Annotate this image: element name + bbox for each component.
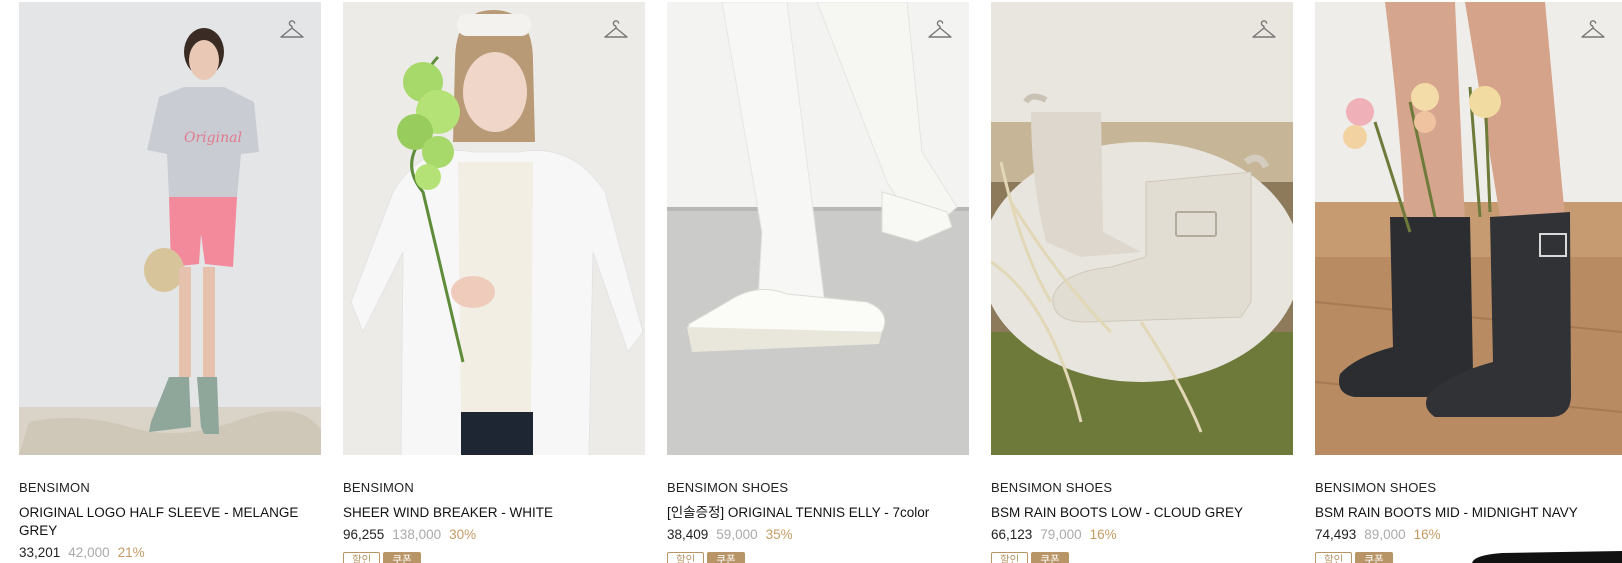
rain-boots-low-photo <box>991 2 1293 455</box>
original-price: 89,000 <box>1364 527 1406 542</box>
sale-price: 66,123 <box>991 527 1033 542</box>
price-row: 38,409 59,000 35% <box>667 526 969 544</box>
badge-row: 할인 쿠폰 <box>991 552 1293 563</box>
discount-rate: 16% <box>1413 527 1441 542</box>
sneaker-photo <box>667 2 969 455</box>
product-image[interactable] <box>1315 2 1622 455</box>
hanger-icon[interactable] <box>603 20 629 42</box>
product-brand: BENSIMON <box>19 480 90 495</box>
coupon-badge: 쿠폰 <box>707 552 745 563</box>
coupon-badge: 쿠폰 <box>1355 552 1393 563</box>
product-name[interactable]: [인솔증정] ORIGINAL TENNIS ELLY - 7color <box>667 504 967 522</box>
discount-rate: 35% <box>765 527 793 542</box>
product-card[interactable]: Original BENSIMON ORIGINAL LOGO HALF SLE… <box>19 2 321 563</box>
hanger-icon[interactable] <box>1251 20 1277 42</box>
coupon-badge: 쿠폰 <box>383 552 421 563</box>
product-image[interactable] <box>991 2 1293 455</box>
model-windbreaker-photo <box>343 2 645 455</box>
product-brand: BENSIMON <box>343 480 414 495</box>
coupon-badge: 쿠폰 <box>1031 552 1069 563</box>
svg-text:Original: Original <box>184 130 242 146</box>
original-price: 79,000 <box>1040 527 1082 542</box>
discount-rate: 16% <box>1089 527 1117 542</box>
badge-row: 할인 쿠폰 <box>667 552 969 563</box>
discount-rate: 30% <box>449 527 477 542</box>
product-brand: BENSIMON SHOES <box>1315 480 1437 495</box>
sale-badge: 할인 <box>343 552 381 563</box>
sale-price: 96,255 <box>343 527 385 542</box>
sale-price: 74,493 <box>1315 527 1357 542</box>
original-price: 138,000 <box>392 527 442 542</box>
price-row: 66,123 79,000 16% <box>991 526 1293 544</box>
product-card[interactable]: BENSIMON SHEER WIND BREAKER - WHITE 96,2… <box>343 2 645 563</box>
sale-badge: 할인 <box>991 552 1029 563</box>
product-brand: BENSIMON SHOES <box>667 480 789 495</box>
product-brand: BENSIMON SHOES <box>991 480 1113 495</box>
hanger-icon[interactable] <box>1580 20 1606 42</box>
original-price: 59,000 <box>716 527 758 542</box>
product-card[interactable]: BENSIMON SHOES BSM RAIN BOOTS LOW - CLOU… <box>991 2 1293 563</box>
original-price: 42,000 <box>68 545 110 560</box>
price-row: 96,255 138,000 30% <box>343 526 645 544</box>
product-name[interactable]: SHEER WIND BREAKER - WHITE <box>343 504 643 522</box>
price-row: 74,493 89,000 16% <box>1315 526 1622 544</box>
product-name[interactable]: ORIGINAL LOGO HALF SLEEVE - MELANGE GREY <box>19 504 319 540</box>
product-image[interactable] <box>343 2 645 455</box>
sale-badge: 할인 <box>667 552 705 563</box>
floating-widget-edge[interactable] <box>1462 547 1622 563</box>
hanger-icon[interactable] <box>927 20 953 42</box>
hanger-icon[interactable] <box>279 20 305 42</box>
discount-rate: 21% <box>117 545 145 560</box>
product-name[interactable]: BSM RAIN BOOTS LOW - CLOUD GREY <box>991 504 1291 522</box>
rain-boots-mid-photo <box>1315 2 1622 455</box>
price-row: 33,201 42,000 21% <box>19 544 321 562</box>
sale-price: 38,409 <box>667 527 709 542</box>
product-image[interactable]: Original <box>19 2 321 455</box>
model-tshirt-photo: Original <box>19 2 321 455</box>
product-card[interactable]: BENSIMON SHOES [인솔증정] ORIGINAL TENNIS EL… <box>667 2 969 563</box>
product-grid: Original BENSIMON ORIGINAL LOGO HALF SLE… <box>0 0 1622 563</box>
product-name[interactable]: BSM RAIN BOOTS MID - MIDNIGHT NAVY <box>1315 504 1615 522</box>
product-card[interactable]: BENSIMON SHOES BSM RAIN BOOTS MID - MIDN… <box>1315 2 1622 563</box>
sale-price: 33,201 <box>19 545 61 560</box>
product-image[interactable] <box>667 2 969 455</box>
sale-badge: 할인 <box>1315 552 1353 563</box>
badge-row: 할인 쿠폰 <box>343 552 645 563</box>
